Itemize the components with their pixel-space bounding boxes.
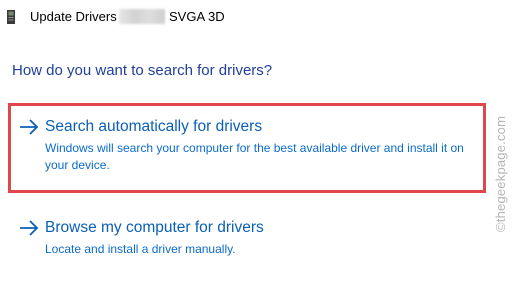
window-title: Update Drivers - [30,9,125,24]
option-description: Locate and install a driver manually. [45,242,236,256]
option-description: Windows will search your computer for th… [45,141,464,172]
arrow-right-icon [20,119,39,135]
device-name: SVGA 3D [169,9,225,24]
redacted-device-name [119,9,165,24]
arrow-right-icon [20,220,39,236]
option-title: Search automatically for drivers [45,118,263,135]
update-drivers-window: Update Drivers - SVGA 3D How do you want… [0,0,523,308]
page-question: How do you want to search for drivers? [12,62,273,79]
watermark: ©thegeekpage.com [493,115,508,232]
option-title: Browse my computer for drivers [45,219,264,236]
device-driver-icon [7,10,15,24]
